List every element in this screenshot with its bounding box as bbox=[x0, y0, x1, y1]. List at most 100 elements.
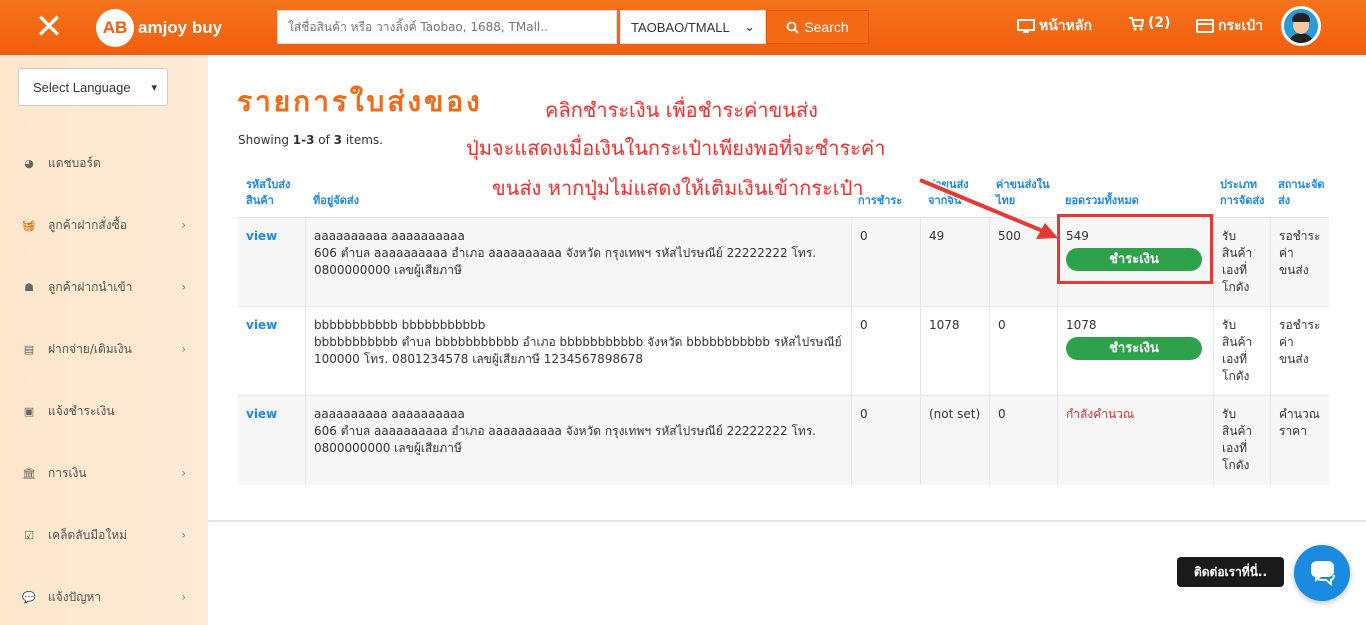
nav-cart-link[interactable]: (2) bbox=[1128, 15, 1171, 31]
annotation-line-1: คลิกชำระเงิน เพื่อชำระค่าขนส่ง bbox=[545, 98, 818, 122]
sidebar-item-order[interactable]: 🧺 ลูกค้าฝากสั่งซื้อ › bbox=[22, 215, 190, 235]
logo-badge: AB bbox=[96, 9, 134, 47]
row-delivery-type-cell: รับสินค้าเองที่โกดัง bbox=[1213, 307, 1270, 395]
column-header-delivery-type[interactable]: ประเภทการจัดส่ง bbox=[1220, 155, 1268, 217]
sidebar-item-label: แดชบอร์ด bbox=[48, 155, 101, 170]
recipient-name: bbbbbbbbbbb bbbbbbbbbbb bbox=[314, 318, 486, 332]
row-action-cell: view bbox=[238, 396, 305, 485]
sidebar-item-label: การเงิน bbox=[48, 465, 87, 480]
chevron-right-icon: › bbox=[181, 342, 186, 356]
summary-total: 3 bbox=[333, 133, 342, 147]
annotation-highlight-box bbox=[1057, 214, 1213, 284]
contact-label[interactable]: ติดต่อเราที่นี่.. bbox=[1177, 557, 1284, 587]
summary-mid: of bbox=[314, 133, 334, 147]
sidebar-item-notify-payment[interactable]: ▣ แจ้งชำระเงิน bbox=[22, 401, 190, 421]
chevron-right-icon: › bbox=[181, 528, 186, 542]
avatar[interactable] bbox=[1281, 6, 1321, 46]
recipient-name: aaaaaaaaaa aaaaaaaaaa bbox=[314, 407, 465, 421]
sidebar-item-report-issue[interactable]: 💬 แจ้งปัญหา › bbox=[22, 587, 190, 607]
row-china-shipping-cell: 1078 bbox=[920, 307, 989, 395]
view-link[interactable]: view bbox=[246, 318, 277, 332]
pie-chart-icon: ◕ bbox=[24, 156, 34, 170]
bank-icon: 🏛 bbox=[22, 466, 36, 480]
close-menu-icon[interactable]: ✕ bbox=[32, 10, 66, 44]
recipient-address: bbbbbbbbbbb ตำบล bbbbbbbbbbb อำเภอ bbbbb… bbox=[314, 335, 842, 366]
row-address-cell: aaaaaaaaaa aaaaaaaaaa 606 ตำบล aaaaaaaaa… bbox=[305, 396, 851, 485]
row-thai-shipping-cell: 0 bbox=[989, 307, 1057, 395]
chevron-right-icon: › bbox=[181, 280, 186, 294]
nav-home-link[interactable]: หน้าหลัก bbox=[1017, 15, 1092, 37]
row-payment-cell: 0 bbox=[851, 396, 920, 485]
pay-button[interactable]: ชำระเงิน bbox=[1066, 337, 1202, 360]
sidebar-item-label: ลูกค้าฝากนำเข้า bbox=[48, 279, 133, 294]
column-header-id[interactable]: รหัสใบส่งสินค้า bbox=[246, 155, 302, 217]
sidebar-item-label: แจ้งปัญหา bbox=[48, 589, 102, 604]
search-button[interactable]: Search bbox=[766, 10, 869, 44]
recipient-address: 606 ตำบล aaaaaaaaaa อำเภอ aaaaaaaaaa จัง… bbox=[314, 424, 817, 455]
chat-button[interactable] bbox=[1294, 545, 1350, 601]
sidebar-item-payment-topup[interactable]: ▤ ฝากจ่าย/เติมเงิน › bbox=[22, 339, 190, 359]
page-title: รายการใบส่งของ bbox=[237, 85, 483, 118]
view-link[interactable]: view bbox=[246, 407, 277, 421]
row-payment-cell: 0 bbox=[851, 307, 920, 395]
row-total-cell: 1078 ชำระเงิน bbox=[1057, 307, 1213, 395]
user-icon: ☗ bbox=[24, 280, 34, 294]
column-header-total[interactable]: ยอดรวมทั้งหมด bbox=[1065, 155, 1185, 217]
row-status-cell: คำนวณราคา bbox=[1270, 396, 1329, 485]
summary-prefix: Showing bbox=[238, 133, 293, 147]
top-navbar: ✕ AB amjoy buy TAOBAO/TMALL ⌄ Search หน้… bbox=[0, 0, 1366, 55]
sidebar-item-label: แจ้งชำระเงิน bbox=[48, 403, 115, 418]
language-select[interactable]: Select Language ▾ bbox=[18, 68, 168, 106]
row-status-cell: รอชำระค่าขนส่ง bbox=[1270, 218, 1329, 306]
sidebar-item-finance[interactable]: 🏛 การเงิน › bbox=[22, 463, 190, 483]
row-thai-shipping-cell: 0 bbox=[989, 396, 1057, 485]
basket-icon: 🧺 bbox=[22, 218, 36, 232]
chevron-right-icon: › bbox=[181, 466, 186, 480]
search-icon bbox=[786, 21, 800, 34]
comment-icon: 💬 bbox=[22, 590, 36, 604]
sidebar-item-label: ลูกค้าฝากสั่งซื้อ bbox=[48, 217, 127, 232]
summary-suffix: items. bbox=[342, 133, 383, 147]
avatar-body bbox=[1287, 33, 1315, 43]
column-header-status[interactable]: สถานะจัดส่ง bbox=[1278, 155, 1326, 217]
row-total-value: 1078 bbox=[1066, 318, 1097, 332]
row-total-calculating: กำลังคำนวณ bbox=[1066, 407, 1135, 421]
content-divider bbox=[208, 520, 1366, 522]
nav-wallet-link[interactable]: กระเป๋า bbox=[1196, 15, 1263, 37]
column-header-address[interactable]: ที่อยู่จัดส่ง bbox=[313, 155, 513, 217]
sidebar-item-import[interactable]: ☗ ลูกค้าฝากนำเข้า › bbox=[22, 277, 190, 297]
nav-wallet-label: กระเป๋า bbox=[1218, 18, 1264, 34]
row-china-shipping-cell: (not set) bbox=[920, 396, 989, 485]
avatar-hair bbox=[1292, 13, 1310, 22]
sidebar: Select Language ▾ ◕ แดชบอร์ด 🧺 ลูกค้าฝาก… bbox=[0, 55, 208, 625]
search-input[interactable] bbox=[277, 10, 617, 44]
annotation-arrow bbox=[918, 176, 1058, 239]
row-action-cell: view bbox=[238, 307, 305, 395]
chat-icon bbox=[1311, 561, 1335, 587]
table-row: view bbbbbbbbbbb bbbbbbbbbbb bbbbbbbbbbb… bbox=[238, 306, 1329, 395]
chevron-right-icon: › bbox=[181, 590, 186, 604]
grid-summary: Showing 1-3 of 3 items. bbox=[238, 133, 383, 147]
sidebar-item-label: ฝากจ่าย/เติมเงิน bbox=[48, 341, 132, 356]
cart-count: (2) bbox=[1148, 15, 1171, 31]
search-source-value: TAOBAO/TMALL bbox=[631, 19, 730, 35]
chevron-right-icon: › bbox=[181, 218, 186, 232]
annotation-line-3: ขนส่ง หากปุ่มไม่แสดงให้เติมเงินเข้ากระเป… bbox=[492, 176, 864, 200]
recipient-address: 606 ตำบล aaaaaaaaaa อำเภอ aaaaaaaaaa จัง… bbox=[314, 246, 817, 277]
search-source-select[interactable]: TAOBAO/TMALL ⌄ bbox=[620, 10, 766, 44]
view-link[interactable]: view bbox=[246, 229, 277, 243]
monitor-icon bbox=[1017, 18, 1035, 33]
recipient-name: aaaaaaaaaa aaaaaaaaaa bbox=[314, 229, 465, 243]
wallet-icon bbox=[1196, 19, 1214, 33]
sidebar-item-tips[interactable]: ☑ เคล็ดลับมือใหม่ › bbox=[22, 525, 190, 545]
row-address-cell: aaaaaaaaaa aaaaaaaaaa 606 ตำบล aaaaaaaaa… bbox=[305, 218, 851, 306]
summary-range: 1-3 bbox=[292, 133, 315, 147]
row-delivery-type-cell: รับสินค้าเองที่โกดัง bbox=[1213, 396, 1270, 485]
language-select-value: Select Language bbox=[33, 79, 131, 95]
logo[interactable]: AB amjoy buy bbox=[96, 9, 222, 47]
nav-home-label: หน้าหลัก bbox=[1039, 18, 1092, 34]
row-action-cell: view bbox=[238, 218, 305, 306]
chevron-down-icon: ▾ bbox=[151, 81, 157, 94]
money-icon: ▣ bbox=[23, 404, 35, 418]
sidebar-item-dashboard[interactable]: ◕ แดชบอร์ด bbox=[22, 153, 190, 173]
